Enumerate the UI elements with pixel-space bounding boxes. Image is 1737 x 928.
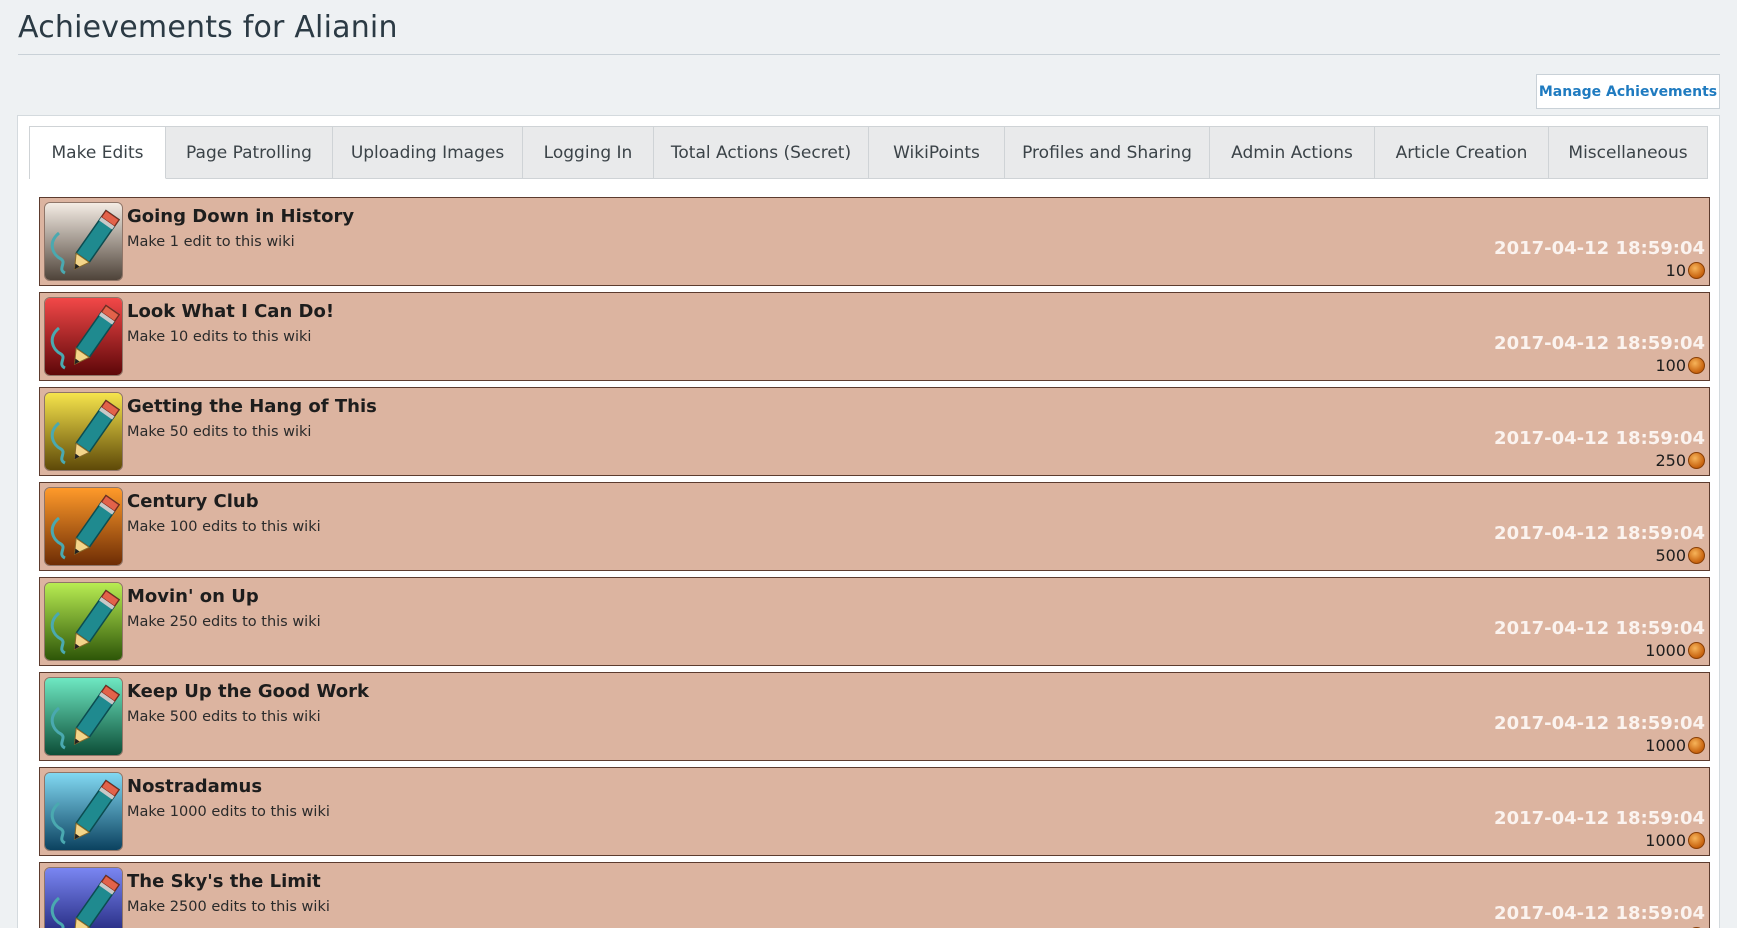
pencil-icon <box>44 677 123 756</box>
page-title: Achievements for Alianin <box>18 10 398 45</box>
coin-icon <box>1688 737 1705 754</box>
points-value: 1000 <box>1645 831 1686 850</box>
achievement-row: Keep Up the Good Work Make 500 edits to … <box>39 672 1710 761</box>
achievements-panel: Make Edits Page Patrolling Uploading Ima… <box>17 115 1720 928</box>
pencil-icon <box>44 487 123 566</box>
pencil-icon <box>44 297 123 376</box>
achievement-name: Century Club <box>127 491 259 512</box>
tab-admin-actions[interactable]: Admin Actions <box>1210 127 1375 178</box>
achievement-description: Make 100 edits to this wiki <box>127 519 321 535</box>
achievement-date: 2017-04-12 18:59:04 <box>1494 618 1705 639</box>
achievement-row: Century Club Make 100 edits to this wiki… <box>39 482 1710 571</box>
achievement-name: Look What I Can Do! <box>127 301 335 322</box>
points-value: 1000 <box>1645 736 1686 755</box>
achievement-name: Nostradamus <box>127 776 263 797</box>
achievement-row: Look What I Can Do! Make 10 edits to thi… <box>39 292 1710 381</box>
coin-icon <box>1688 547 1705 564</box>
pencil-icon <box>44 392 123 471</box>
points-value: 10 <box>1665 261 1686 280</box>
coin-icon <box>1688 452 1705 469</box>
achievement-name: Keep Up the Good Work <box>127 681 369 702</box>
achievement-description: Make 1 edit to this wiki <box>127 234 295 250</box>
achievement-name: Going Down in History <box>127 206 355 227</box>
points-value: 500 <box>1655 546 1686 565</box>
achievement-date: 2017-04-12 18:59:04 <box>1494 428 1705 449</box>
tab-total-actions-secret[interactable]: Total Actions (Secret) <box>654 127 869 178</box>
achievement-description: Make 250 edits to this wiki <box>127 614 321 630</box>
achievement-points: 1000 <box>1645 736 1705 755</box>
achievement-name: The Sky's the Limit <box>127 871 321 892</box>
tab-logging-in[interactable]: Logging In <box>523 127 654 178</box>
achievement-row: Movin' on Up Make 250 edits to this wiki… <box>39 577 1710 666</box>
achievement-list: Going Down in History Make 1 edit to thi… <box>39 197 1710 928</box>
tab-make-edits[interactable]: Make Edits <box>30 127 166 179</box>
coin-icon <box>1688 832 1705 849</box>
points-value: 250 <box>1655 451 1686 470</box>
achievement-description: Make 10 edits to this wiki <box>127 329 312 345</box>
achievement-date: 2017-04-12 18:59:04 <box>1494 523 1705 544</box>
achievement-row: Going Down in History Make 1 edit to thi… <box>39 197 1710 286</box>
tab-article-creation[interactable]: Article Creation <box>1375 127 1549 178</box>
achievement-points: 10 <box>1666 261 1705 280</box>
tab-page-patrolling[interactable]: Page Patrolling <box>166 127 333 178</box>
coin-icon <box>1688 262 1705 279</box>
coin-icon <box>1688 357 1705 374</box>
achievement-description: Make 50 edits to this wiki <box>127 424 312 440</box>
tab-profiles-and-sharing[interactable]: Profiles and Sharing <box>1005 127 1210 178</box>
tab-uploading-images[interactable]: Uploading Images <box>333 127 523 178</box>
tab-miscellaneous[interactable]: Miscellaneous <box>1549 127 1707 178</box>
achievement-row: The Sky's the Limit Make 2500 edits to t… <box>39 862 1710 928</box>
pencil-icon <box>44 582 123 661</box>
achievement-description: Make 2500 edits to this wiki <box>127 899 330 915</box>
achievement-description: Make 1000 edits to this wiki <box>127 804 330 820</box>
achievement-date: 2017-04-12 18:59:04 <box>1494 903 1705 924</box>
pencil-icon <box>44 202 123 281</box>
tab-wikipoints[interactable]: WikiPoints <box>869 127 1005 178</box>
achievement-name: Getting the Hang of This <box>127 396 377 417</box>
achievement-points: 100 <box>1655 356 1705 375</box>
achievement-tabs: Make Edits Page Patrolling Uploading Ima… <box>29 126 1708 179</box>
achievement-points: 500 <box>1655 546 1705 565</box>
achievement-description: Make 500 edits to this wiki <box>127 709 321 725</box>
points-value: 1000 <box>1645 641 1686 660</box>
achievement-row: Nostradamus Make 1000 edits to this wiki… <box>39 767 1710 856</box>
achievement-date: 2017-04-12 18:59:04 <box>1494 713 1705 734</box>
achievement-points: 1000 <box>1645 831 1705 850</box>
pencil-icon <box>44 867 123 928</box>
coin-icon <box>1688 642 1705 659</box>
achievement-points: 1000 <box>1645 641 1705 660</box>
achievement-date: 2017-04-12 18:59:04 <box>1494 333 1705 354</box>
achievement-date: 2017-04-12 18:59:04 <box>1494 808 1705 829</box>
achievement-row: Getting the Hang of This Make 50 edits t… <box>39 387 1710 476</box>
title-divider <box>18 54 1720 55</box>
achievement-date: 2017-04-12 18:59:04 <box>1494 238 1705 259</box>
achievement-name: Movin' on Up <box>127 586 259 607</box>
manage-achievements-button[interactable]: Manage Achievements <box>1536 74 1720 109</box>
achievement-points: 250 <box>1655 451 1705 470</box>
points-value: 100 <box>1655 356 1686 375</box>
pencil-icon <box>44 772 123 851</box>
